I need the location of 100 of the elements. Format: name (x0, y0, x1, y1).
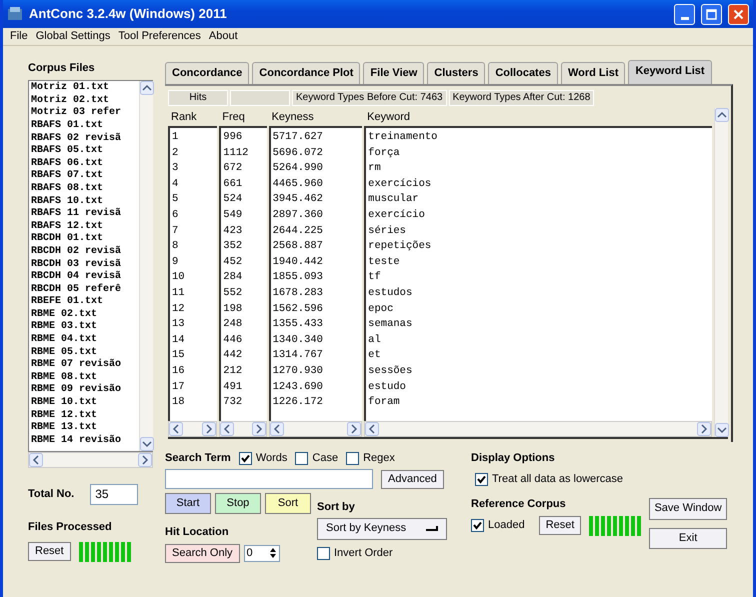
corpus-file[interactable]: RBME 03.txt (31, 321, 137, 334)
search-term-label: Search Term (165, 452, 231, 466)
corpus-file[interactable]: RBAFS 07.txt (31, 170, 137, 183)
corpus-file[interactable]: RBME 07 revisão (31, 359, 137, 372)
table-cell-text: foram (368, 395, 401, 410)
maximize-button[interactable] (701, 4, 722, 24)
checkbox[interactable] (346, 452, 360, 466)
checkbox[interactable] (317, 546, 330, 560)
table-cell-text: exercício (368, 208, 426, 223)
menu-item[interactable]: About (208, 30, 239, 43)
table-cell-text: 1243.690 (272, 380, 324, 394)
tab[interactable]: Clusters (427, 62, 486, 84)
table-cell-text: tf (368, 270, 382, 286)
table-cell-text: 1270.930 (272, 364, 324, 379)
corpus-file[interactable]: RBME 10.txt (31, 397, 137, 410)
corpus-file[interactable]: RBCDH 05 referê (31, 284, 137, 296)
corpus-file[interactable]: RBME 02.txt (31, 308, 137, 322)
spinner-field[interactable]: 0 (244, 544, 280, 562)
horizontal-scrollbar[interactable] (28, 452, 153, 468)
table-cell-text: 10 (172, 270, 186, 286)
checkbox-label[interactable]: Case (312, 452, 338, 466)
corpus-file[interactable]: RBME 12.txt (31, 410, 137, 422)
checkbox[interactable] (238, 452, 252, 466)
hits-label: Hits (168, 90, 228, 106)
sort-by-label: Sort by (317, 501, 356, 514)
corpus-file[interactable]: RBCDH 02 revisã (31, 246, 137, 258)
horizontal-scrollbar[interactable] (219, 421, 267, 437)
reset-button[interactable]: Reset (28, 542, 71, 562)
corpus-file[interactable]: RBAFS 10.txt (31, 196, 137, 208)
corpus-file[interactable]: RBAFS 02 revisã (31, 132, 137, 146)
close-button[interactable] (728, 4, 749, 24)
minimize-icon (680, 16, 688, 20)
checkbox[interactable] (295, 452, 308, 466)
reset-button[interactable]: Reset (538, 516, 582, 536)
menu-item[interactable]: Tool Preferences (117, 30, 202, 43)
checkbox-label[interactable]: Loaded (488, 519, 525, 532)
corpus-file[interactable]: RBCDH 03 revisã (31, 258, 137, 272)
table-cell-text: 446 (223, 332, 244, 348)
start-button[interactable]: Start (165, 493, 211, 514)
table-cell-text: 549 (223, 208, 244, 223)
corpus-file[interactable]: Motriz 03 refer (31, 107, 137, 120)
checkbox-label[interactable]: Regex (363, 452, 395, 466)
table-cell-text: 423 (223, 224, 244, 239)
corpus-file[interactable]: Motriz 02.txt (31, 94, 137, 108)
corpus-file[interactable]: RBME 09 revisão (31, 384, 137, 398)
checkbox-label[interactable]: Treat all data as lowercase (492, 473, 624, 486)
table-cell-text: 3 (172, 161, 180, 176)
sort-button[interactable]: Sort (265, 493, 311, 514)
tab[interactable]: Word List (560, 62, 626, 84)
corpus-file[interactable]: RBME 05.txt (31, 346, 137, 360)
horizontal-scrollbar[interactable] (364, 421, 712, 437)
table-cell-text: 1226.172 (272, 395, 324, 410)
minimize-button[interactable] (674, 4, 695, 24)
table-cell-text: et (368, 348, 382, 364)
sort-dropdown[interactable]: Sort by Keyness (317, 518, 447, 540)
checkbox[interactable] (475, 473, 488, 486)
stop-button[interactable]: Stop (215, 493, 261, 514)
tab[interactable]: Keyword List (628, 60, 712, 84)
table-cell-text: sessões (368, 364, 414, 379)
corpus-file[interactable]: RBAFS 01.txt (31, 120, 137, 133)
corpus-file[interactable]: RBCDH 01.txt (31, 233, 137, 246)
window-button[interactable]: Save Window (649, 498, 727, 520)
tab[interactable]: Concordance Plot (252, 62, 360, 84)
table-cell-text: 6 (172, 208, 180, 223)
checkbox-label[interactable]: Words (256, 452, 288, 466)
table-cell-text: al (368, 332, 382, 348)
table-cell-text: 5717.627 (272, 130, 324, 145)
table-cell-text: 1340.340 (272, 332, 324, 348)
corpus-file[interactable]: Motriz 01.txt (31, 82, 137, 95)
total-field[interactable]: 35 (90, 484, 138, 505)
corpus-file[interactable]: RBME 08.txt (31, 372, 137, 384)
search-only-button[interactable]: Search Only (165, 544, 240, 563)
spinner-arrows-icon (268, 547, 277, 560)
corpus-file[interactable]: RBME 14 revisão (31, 434, 137, 448)
search-field[interactable] (165, 469, 373, 490)
corpus-file[interactable]: RBAFS 08.txt (31, 182, 137, 196)
tab[interactable]: File View (363, 62, 424, 84)
checkbox-label[interactable]: Invert Order (334, 546, 393, 560)
corpus-file[interactable]: RBME 13.txt (31, 422, 137, 435)
corpus-file[interactable]: RBAFS 12.txt (31, 220, 137, 234)
menu-item[interactable]: File (9, 30, 29, 43)
menu-item[interactable]: Global Settings (34, 30, 112, 43)
maximize-icon (706, 8, 717, 20)
tab[interactable]: Concordance (165, 62, 250, 84)
corpus-file[interactable]: RBAFS 06.txt (31, 158, 137, 170)
table-cell-text: 15 (172, 348, 186, 364)
corpus-file[interactable]: RBAFS 05.txt (31, 145, 137, 158)
window-button[interactable]: Exit (649, 528, 727, 549)
horizontal-scrollbar[interactable] (168, 421, 218, 437)
corpus-file[interactable]: RBME 04.txt (31, 334, 137, 347)
corpus-file[interactable]: RBEFE 01.txt (31, 296, 137, 309)
total-label: Total No. (28, 488, 74, 501)
corpus-file[interactable]: RBCDH 04 revisã (31, 271, 137, 284)
tab[interactable]: Collocates (488, 62, 558, 84)
corpus-file[interactable]: RBAFS 11 revisã (31, 208, 137, 221)
table-cell-text: 7 (172, 224, 180, 239)
horizontal-scrollbar[interactable] (268, 421, 362, 437)
checkbox[interactable] (471, 519, 484, 532)
table-cell-text: 552 (223, 286, 244, 301)
advanced-button[interactable]: Advanced (381, 470, 444, 489)
